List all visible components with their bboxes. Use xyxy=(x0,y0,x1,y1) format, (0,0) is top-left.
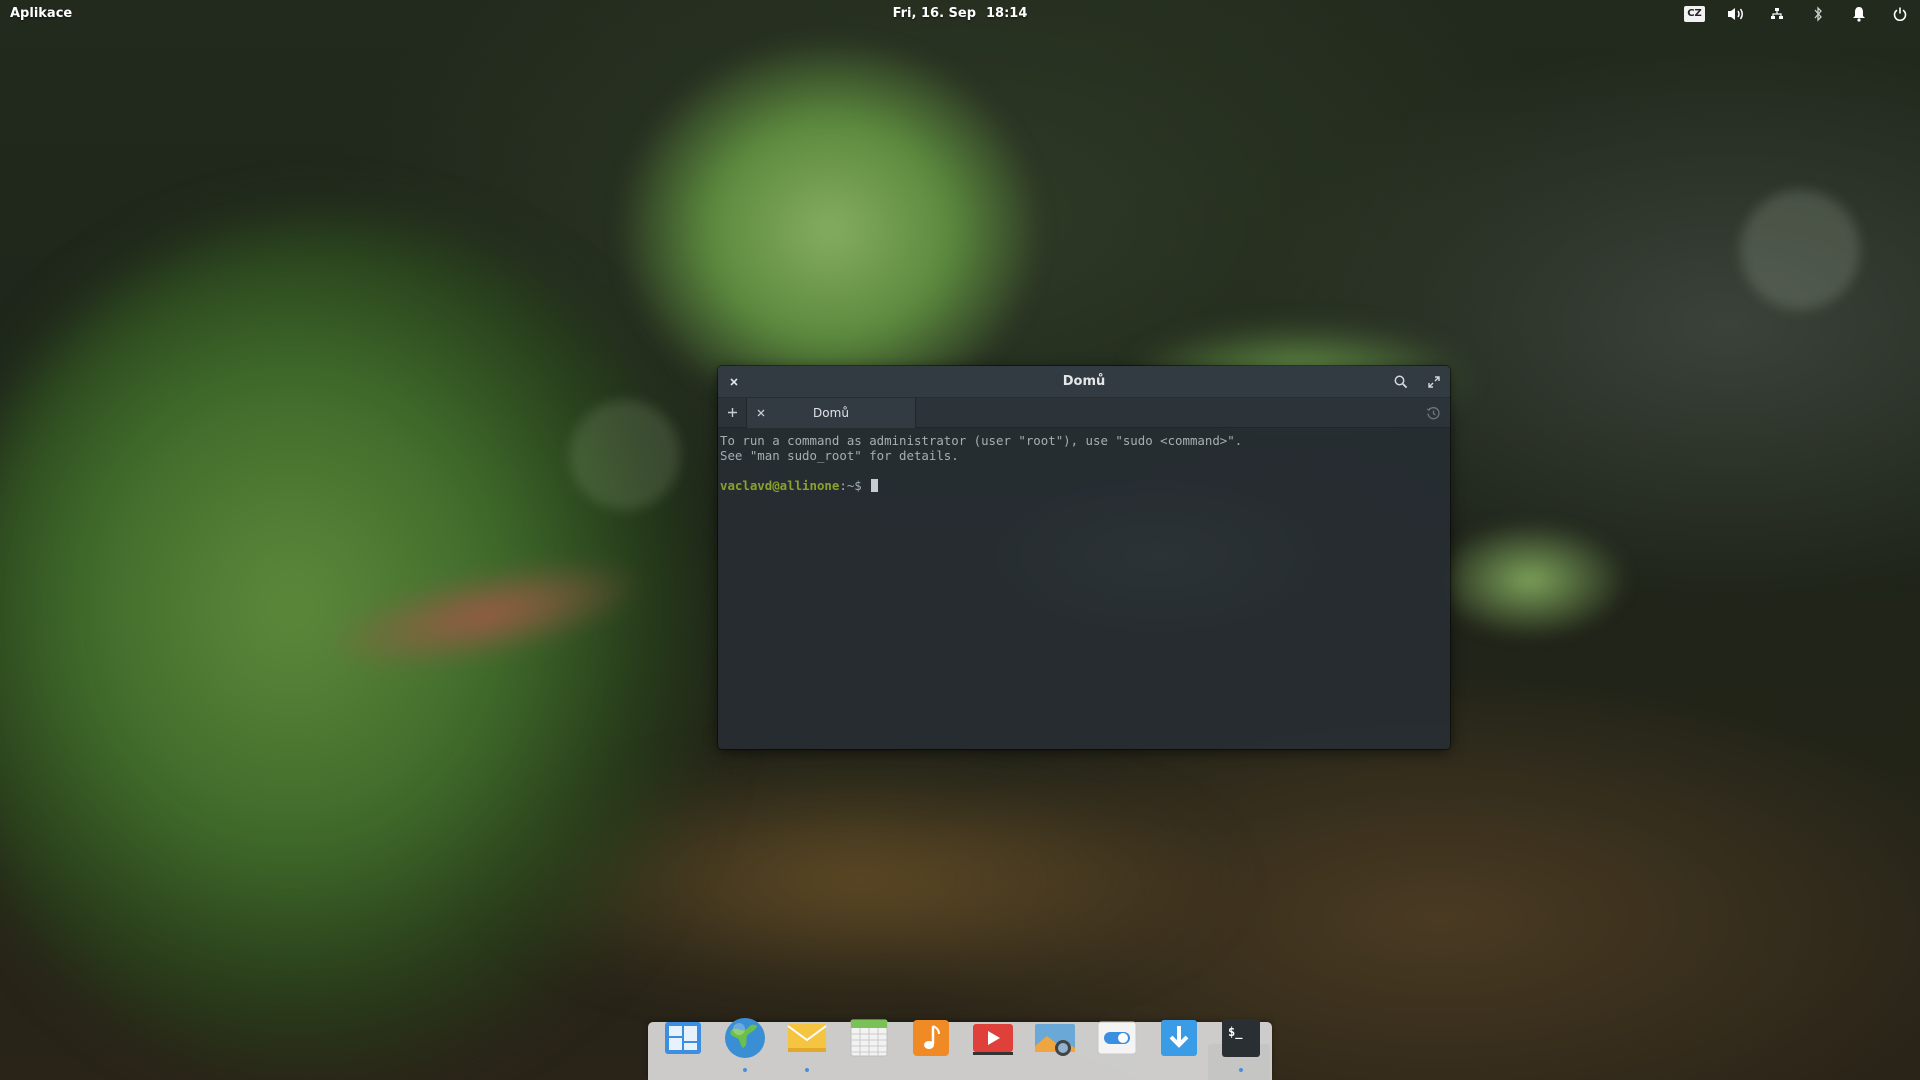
maximize-window-button[interactable] xyxy=(1423,371,1445,393)
notifications-icon xyxy=(1852,7,1865,22)
running-indicator xyxy=(1239,1068,1243,1072)
system-settings-icon xyxy=(1097,1021,1137,1055)
dock-item-mail[interactable] xyxy=(783,1014,831,1072)
text-cursor xyxy=(871,479,879,492)
maximize-icon xyxy=(1428,376,1440,388)
prompt-user-host: vaclavd@allinone xyxy=(720,478,840,493)
top-panel: Aplikace Fri, 16. Sep 18:14 CZ xyxy=(0,0,1920,28)
command-prompt: vaclavd@allinone:~$ xyxy=(720,478,1448,493)
applications-menu-button[interactable]: Aplikace xyxy=(10,6,72,21)
terminal-window: Domů Domů To run a command as administra… xyxy=(718,366,1450,749)
volume-icon xyxy=(1727,8,1743,20)
dock-item-terminal[interactable]: $_ xyxy=(1217,1014,1265,1072)
new-tab-button[interactable] xyxy=(718,398,746,427)
dock-item-web-browser[interactable] xyxy=(721,1014,769,1072)
dock-item-system-settings[interactable] xyxy=(1093,1014,1141,1062)
photos-icon xyxy=(1035,1024,1075,1056)
dock-item-calendar[interactable] xyxy=(845,1014,893,1062)
running-indicator xyxy=(805,1068,809,1072)
dock-item-photos[interactable] xyxy=(1031,1014,1079,1062)
history-icon xyxy=(1426,406,1440,419)
tab-home[interactable]: Domů xyxy=(746,398,916,428)
dock-item-videos[interactable] xyxy=(969,1014,1017,1062)
terminal-output[interactable]: To run a command as administrator (user … xyxy=(718,428,1450,749)
closed-tabs-history-button[interactable] xyxy=(1424,404,1442,422)
running-indicator xyxy=(743,1068,747,1072)
indicator-area: CZ xyxy=(1674,0,1920,28)
tab-label: Domů xyxy=(813,406,849,420)
notifications-indicator[interactable] xyxy=(1838,0,1879,28)
keyboard-layout-icon: CZ xyxy=(1684,6,1705,22)
search-button[interactable] xyxy=(1390,371,1412,393)
add-icon xyxy=(727,408,737,417)
date-label[interactable]: Fri, 16. Sep xyxy=(893,6,976,21)
window-titlebar[interactable]: Domů xyxy=(718,366,1450,398)
output-line: See "man sudo_root" for details. xyxy=(720,448,959,463)
network-indicator[interactable] xyxy=(1756,0,1797,28)
svg-text:$_: $_ xyxy=(1228,1025,1243,1040)
sound-indicator[interactable] xyxy=(1715,0,1756,28)
mail-icon xyxy=(787,1024,827,1052)
dock-item-appcenter[interactable] xyxy=(1155,1014,1203,1062)
network-icon xyxy=(1770,8,1783,19)
dock-item-multitasking-view[interactable] xyxy=(659,1014,707,1062)
session-indicator[interactable] xyxy=(1879,0,1920,28)
output-line: To run a command as administrator (user … xyxy=(720,433,1243,448)
tab-bar: Domů xyxy=(718,398,1450,428)
multitasking-view-icon xyxy=(665,1022,701,1054)
bluetooth-icon xyxy=(1814,6,1822,22)
calendar-icon xyxy=(850,1019,888,1057)
window-title: Domů xyxy=(1062,374,1106,389)
appcenter-icon xyxy=(1161,1020,1197,1056)
power-icon xyxy=(1893,7,1906,21)
keyboard-layout-indicator[interactable]: CZ xyxy=(1674,0,1715,28)
date-time-indicator: Fri, 16. Sep 18:14 xyxy=(0,6,1920,21)
prompt-path: :~$ xyxy=(839,478,870,493)
search-icon xyxy=(1394,375,1408,389)
dock-item-music[interactable] xyxy=(907,1014,955,1062)
terminal-icon: $_ xyxy=(1222,1019,1260,1057)
time-label[interactable]: 18:14 xyxy=(986,6,1027,21)
videos-icon xyxy=(973,1024,1013,1055)
web-browser-icon xyxy=(725,1018,765,1058)
dock: $_ xyxy=(648,1018,1272,1080)
bluetooth-indicator[interactable] xyxy=(1797,0,1838,28)
music-icon xyxy=(913,1020,949,1056)
